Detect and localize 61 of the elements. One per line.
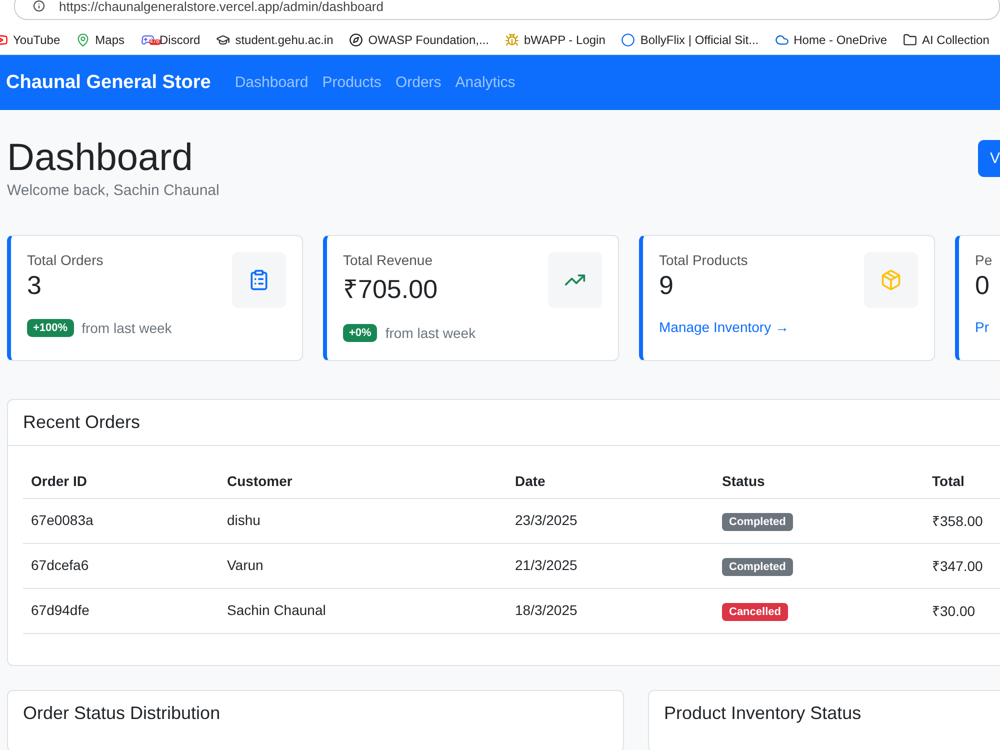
column-header: Total — [924, 460, 1000, 498]
graduation-cap-icon — [216, 33, 230, 47]
column-header: Customer — [219, 460, 507, 498]
table-cell: 67dcefa6 — [23, 543, 219, 588]
map-pin-icon — [76, 33, 90, 47]
status-badge: Cancelled — [722, 603, 788, 622]
stat-title: Total Orders — [27, 252, 104, 268]
bookmark[interactable]: OWASP Foundation,... — [349, 33, 489, 47]
change-badge: +100% — [27, 318, 74, 337]
card-link[interactable]: Manage Inventory → — [659, 318, 789, 335]
clipboard-icon — [248, 268, 270, 291]
card-title: Order Status Distribution — [22, 702, 222, 725]
bookmark[interactable]: YouTube — [0, 33, 60, 47]
brand-link[interactable]: Chaunal General Store — [6, 72, 211, 94]
address-bar[interactable]: https://chaunalgeneralstore.vercel.app/admin/dashboard — [14, 0, 1000, 20]
card-link[interactable]: Pr — [975, 318, 989, 335]
stat-value: 0 — [975, 270, 990, 301]
table-cell: 67d94dfe — [23, 588, 219, 634]
table-cell: 21/3/2025 — [507, 543, 714, 588]
info-icon[interactable] — [33, 0, 45, 12]
status-badge: Completed — [722, 513, 793, 532]
table-cell: dishu — [219, 498, 507, 544]
stat-value: 3 — [27, 270, 42, 301]
circle-icon — [621, 33, 636, 47]
header-button[interactable]: V — [978, 140, 1000, 177]
table-cell: 23/3/2025 — [507, 498, 714, 544]
table-cell: 18/3/2025 — [507, 588, 714, 634]
url-text: https://chaunalgeneralstore.vercel.app/admin/dashboard — [59, 0, 384, 14]
column-header: Status — [714, 460, 924, 498]
welcome-text: Welcome back, Sachin Chaunal — [7, 182, 220, 199]
column-header: Order ID — [23, 460, 219, 498]
cloud-icon — [774, 33, 789, 47]
change-badge: +0% — [343, 324, 378, 342]
bug-icon — [505, 33, 519, 47]
table-cell: ₹347.00 — [924, 543, 1000, 588]
card-title: Recent Orders — [8, 400, 1000, 446]
box-icon — [880, 268, 902, 291]
stat-value: ₹705.00 — [343, 272, 438, 306]
table-cell: ₹358.00 — [924, 498, 1000, 544]
column-header: Date — [507, 460, 714, 498]
stat-title: Total Revenue — [343, 252, 434, 268]
table-cell: ₹30.00 — [924, 588, 1000, 634]
change-text: from last week — [82, 320, 172, 336]
bookmark[interactable]: AI Collection — [903, 33, 990, 47]
card-title: Product Inventory Status — [663, 702, 862, 725]
bookmark[interactable]: Home - OneDrive — [774, 33, 887, 47]
page-title: Dashboard — [7, 136, 194, 181]
stat-value: 9 — [659, 270, 674, 301]
bookmark[interactable]: bWAPP - Login — [505, 33, 606, 47]
table-cell: 67e0083a — [23, 498, 219, 544]
table-cell: Varun — [219, 543, 507, 588]
change-text: from last week — [385, 324, 476, 341]
table-cell: Sachin Chaunal — [219, 588, 507, 634]
bookmark[interactable]: student.gehu.ac.in — [216, 33, 334, 47]
status-badge: Completed — [722, 558, 793, 576]
bookmark[interactable]: BollyFlix | Official Sit... — [621, 33, 759, 47]
bookmark[interactable]: Maps — [76, 33, 124, 47]
folder-icon — [903, 33, 917, 47]
stat-title: Pe — [975, 252, 994, 268]
compass-icon — [349, 33, 364, 47]
stat-title: Total Products — [659, 252, 749, 268]
